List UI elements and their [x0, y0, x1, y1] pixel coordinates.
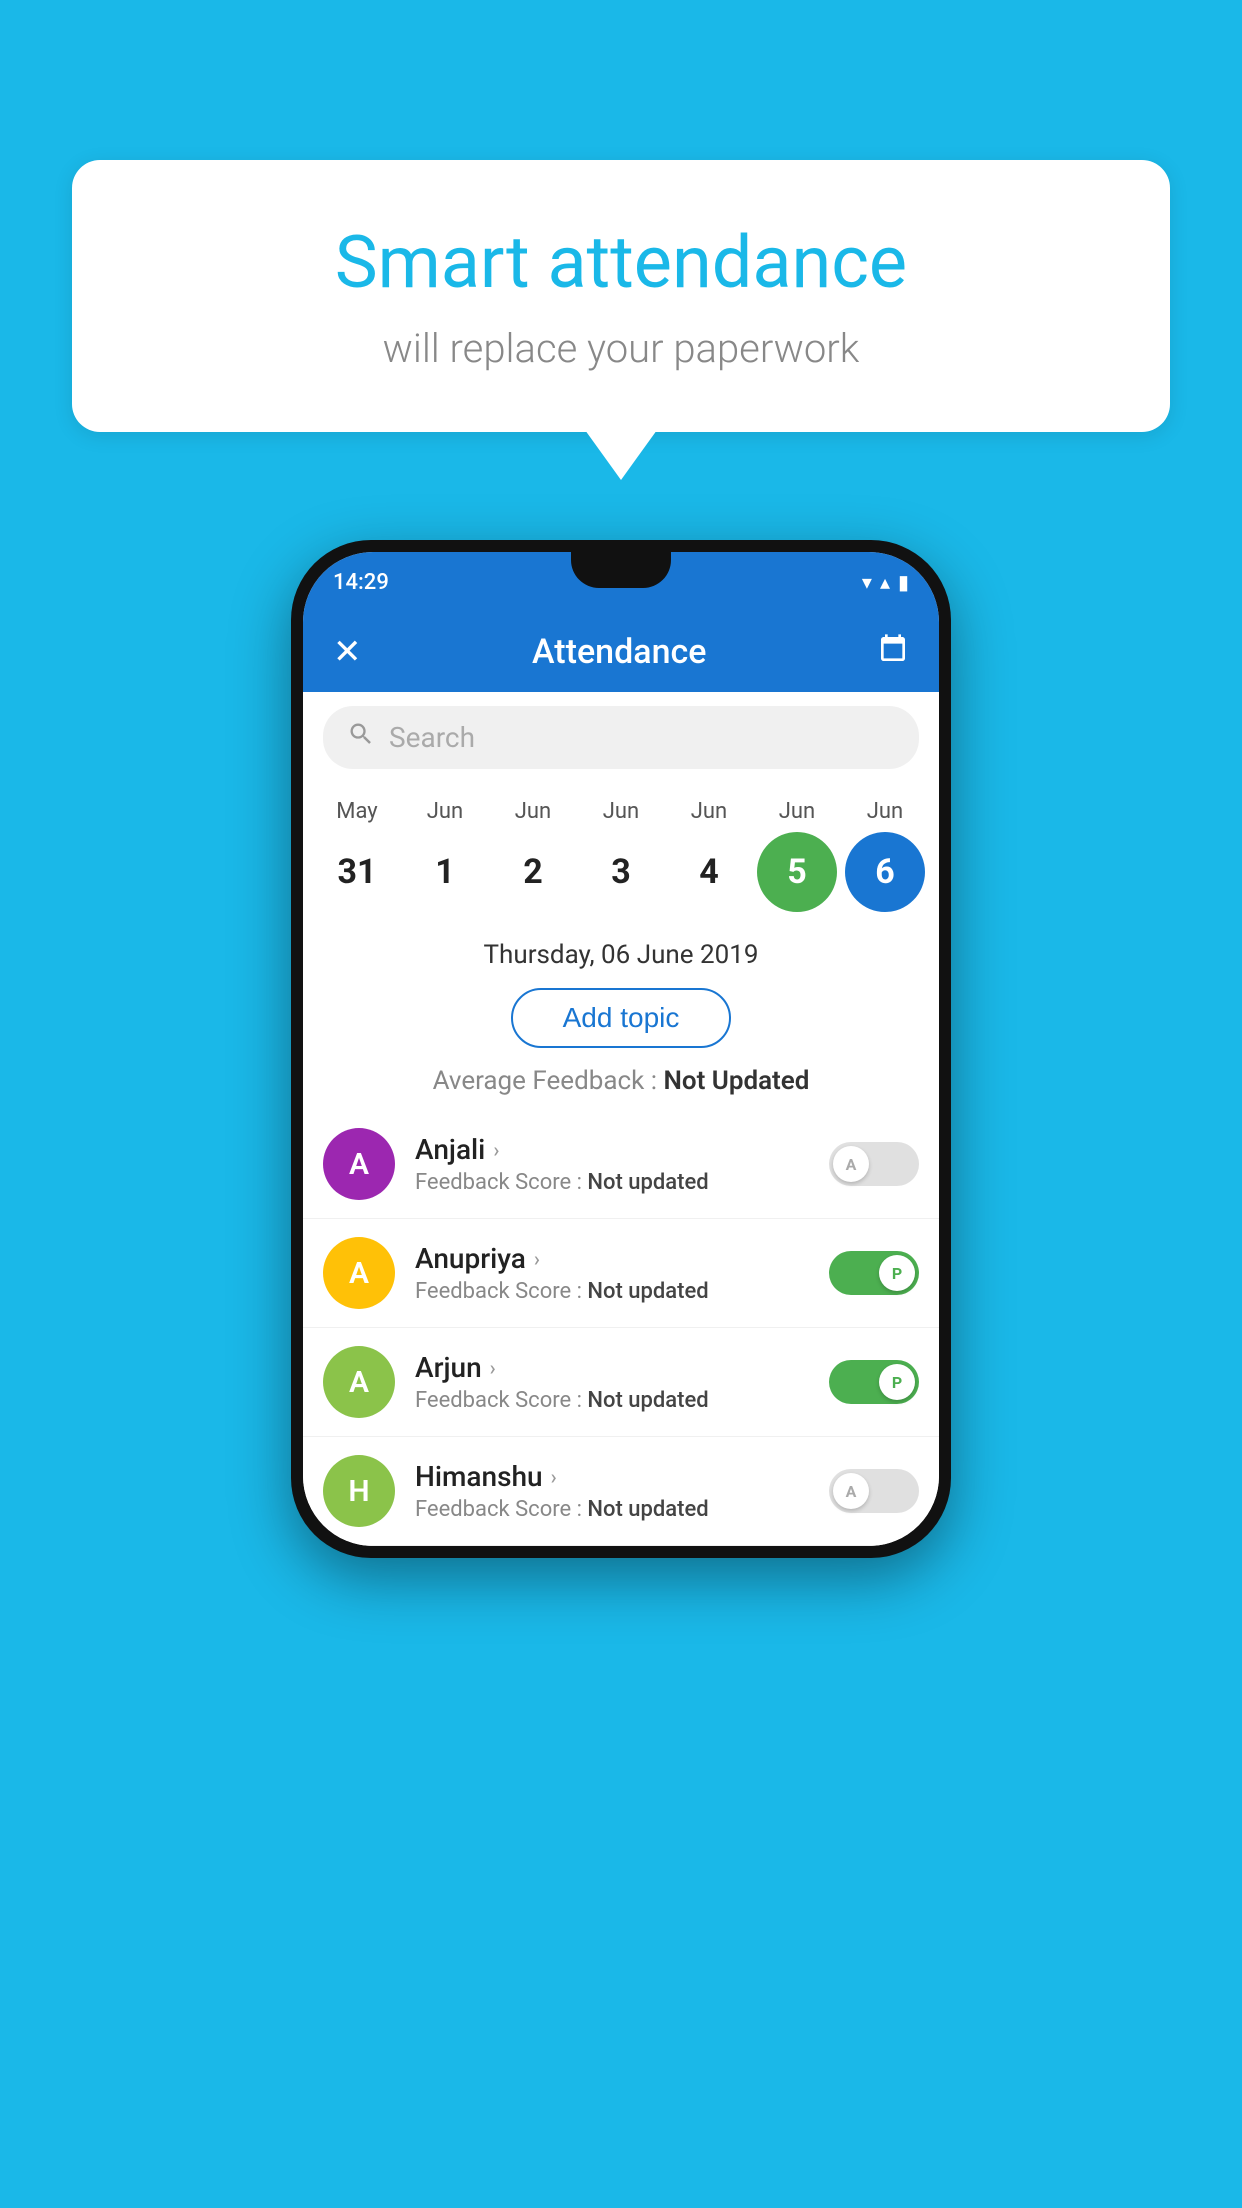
student-feedback: Feedback Score : Not updated [415, 1388, 829, 1413]
feedback-avg-value: Not Updated [663, 1066, 809, 1096]
chevron-right-icon: › [493, 1138, 499, 1162]
chevron-right-icon: › [551, 1465, 557, 1489]
calendar-strip: May Jun Jun Jun Jun Jun Jun 31123456 [303, 783, 939, 922]
calendar-dates: 31123456 [313, 832, 929, 912]
attendance-toggle[interactable]: A [829, 1142, 919, 1186]
student-info: Anupriya› Feedback Score : Not updated [415, 1242, 829, 1304]
date-info: Thursday, 06 June 2019 [303, 922, 939, 978]
signal-icon: ▴ [880, 570, 890, 594]
calendar-months: May Jun Jun Jun Jun Jun Jun [313, 799, 929, 824]
calendar-month: Jun [845, 799, 925, 824]
battery-icon: ▮ [898, 570, 909, 594]
search-bar[interactable]: Search [323, 706, 919, 769]
search-input[interactable]: Search [389, 721, 475, 754]
status-bar: 14:29 ▾ ▴ ▮ [303, 552, 939, 612]
list-item: A Anupriya› Feedback Score : Not updated P [303, 1219, 939, 1328]
calendar-date[interactable]: 1 [405, 832, 485, 912]
add-topic-container: Add topic [303, 978, 939, 1058]
wifi-icon: ▾ [862, 570, 872, 594]
toggle-knob: A [833, 1146, 869, 1182]
header-title: Attendance [362, 632, 878, 672]
selected-date-label: Thursday, 06 June 2019 [484, 940, 759, 970]
calendar-date[interactable]: 4 [669, 832, 749, 912]
feedback-avg-label: Average Feedback : [433, 1066, 664, 1096]
search-icon [347, 720, 375, 755]
student-feedback: Feedback Score : Not updated [415, 1497, 829, 1522]
student-info: Himanshu› Feedback Score : Not updated [415, 1460, 829, 1522]
avatar: A [323, 1128, 395, 1200]
calendar-date[interactable]: 5 [757, 832, 837, 912]
student-info: Anjali› Feedback Score : Not updated [415, 1133, 829, 1195]
phone-mockup: 14:29 ▾ ▴ ▮ ✕ Attendance [291, 540, 951, 1558]
close-button[interactable]: ✕ [333, 632, 362, 672]
calendar-month: Jun [405, 799, 485, 824]
app-header: ✕ Attendance [303, 612, 939, 692]
status-time: 14:29 [333, 570, 389, 595]
calendar-month: Jun [581, 799, 661, 824]
toggle-knob: P [879, 1364, 915, 1400]
status-icons: ▾ ▴ ▮ [862, 570, 909, 594]
search-container: Search [303, 692, 939, 783]
calendar-date[interactable]: 3 [581, 832, 661, 912]
student-name[interactable]: Arjun› [415, 1351, 829, 1384]
calendar-month: Jun [669, 799, 749, 824]
phone-screen: 14:29 ▾ ▴ ▮ ✕ Attendance [303, 552, 939, 1546]
chevron-right-icon: › [534, 1247, 540, 1271]
avatar: H [323, 1455, 395, 1527]
speech-bubble-section: Smart attendance will replace your paper… [72, 160, 1170, 432]
phone-outer: 14:29 ▾ ▴ ▮ ✕ Attendance [291, 540, 951, 1558]
student-list: AAnjali›Feedback Score : Not updatedAAAn… [303, 1110, 939, 1546]
bubble-title: Smart attendance [152, 220, 1090, 305]
toggle-knob: P [879, 1255, 915, 1291]
attendance-toggle[interactable]: P [829, 1251, 919, 1295]
list-item: A Arjun› Feedback Score : Not updated P [303, 1328, 939, 1437]
bubble-subtitle: will replace your paperwork [152, 325, 1090, 372]
student-feedback: Feedback Score : Not updated [415, 1170, 829, 1195]
speech-bubble: Smart attendance will replace your paper… [72, 160, 1170, 432]
add-topic-button[interactable]: Add topic [511, 988, 732, 1048]
avatar: A [323, 1346, 395, 1418]
attendance-toggle[interactable]: P [829, 1360, 919, 1404]
student-feedback: Feedback Score : Not updated [415, 1279, 829, 1304]
calendar-date[interactable]: 2 [493, 832, 573, 912]
list-item: AAnjali›Feedback Score : Not updatedA [303, 1110, 939, 1219]
chevron-right-icon: › [490, 1356, 496, 1380]
calendar-month: May [317, 799, 397, 824]
student-name[interactable]: Anupriya› [415, 1242, 829, 1275]
calendar-icon[interactable] [877, 633, 909, 672]
phone-notch [571, 552, 671, 588]
feedback-average: Average Feedback : Not Updated [303, 1058, 939, 1110]
student-name[interactable]: Anjali› [415, 1133, 829, 1166]
calendar-month: Jun [757, 799, 837, 824]
list-item: H Himanshu› Feedback Score : Not updatedA [303, 1437, 939, 1546]
toggle-knob: A [833, 1473, 869, 1509]
avatar: A [323, 1237, 395, 1309]
attendance-toggle[interactable]: A [829, 1469, 919, 1513]
calendar-date[interactable]: 31 [317, 832, 397, 912]
calendar-date[interactable]: 6 [845, 832, 925, 912]
student-info: Arjun› Feedback Score : Not updated [415, 1351, 829, 1413]
calendar-month: Jun [493, 799, 573, 824]
student-name[interactable]: Himanshu› [415, 1460, 829, 1493]
